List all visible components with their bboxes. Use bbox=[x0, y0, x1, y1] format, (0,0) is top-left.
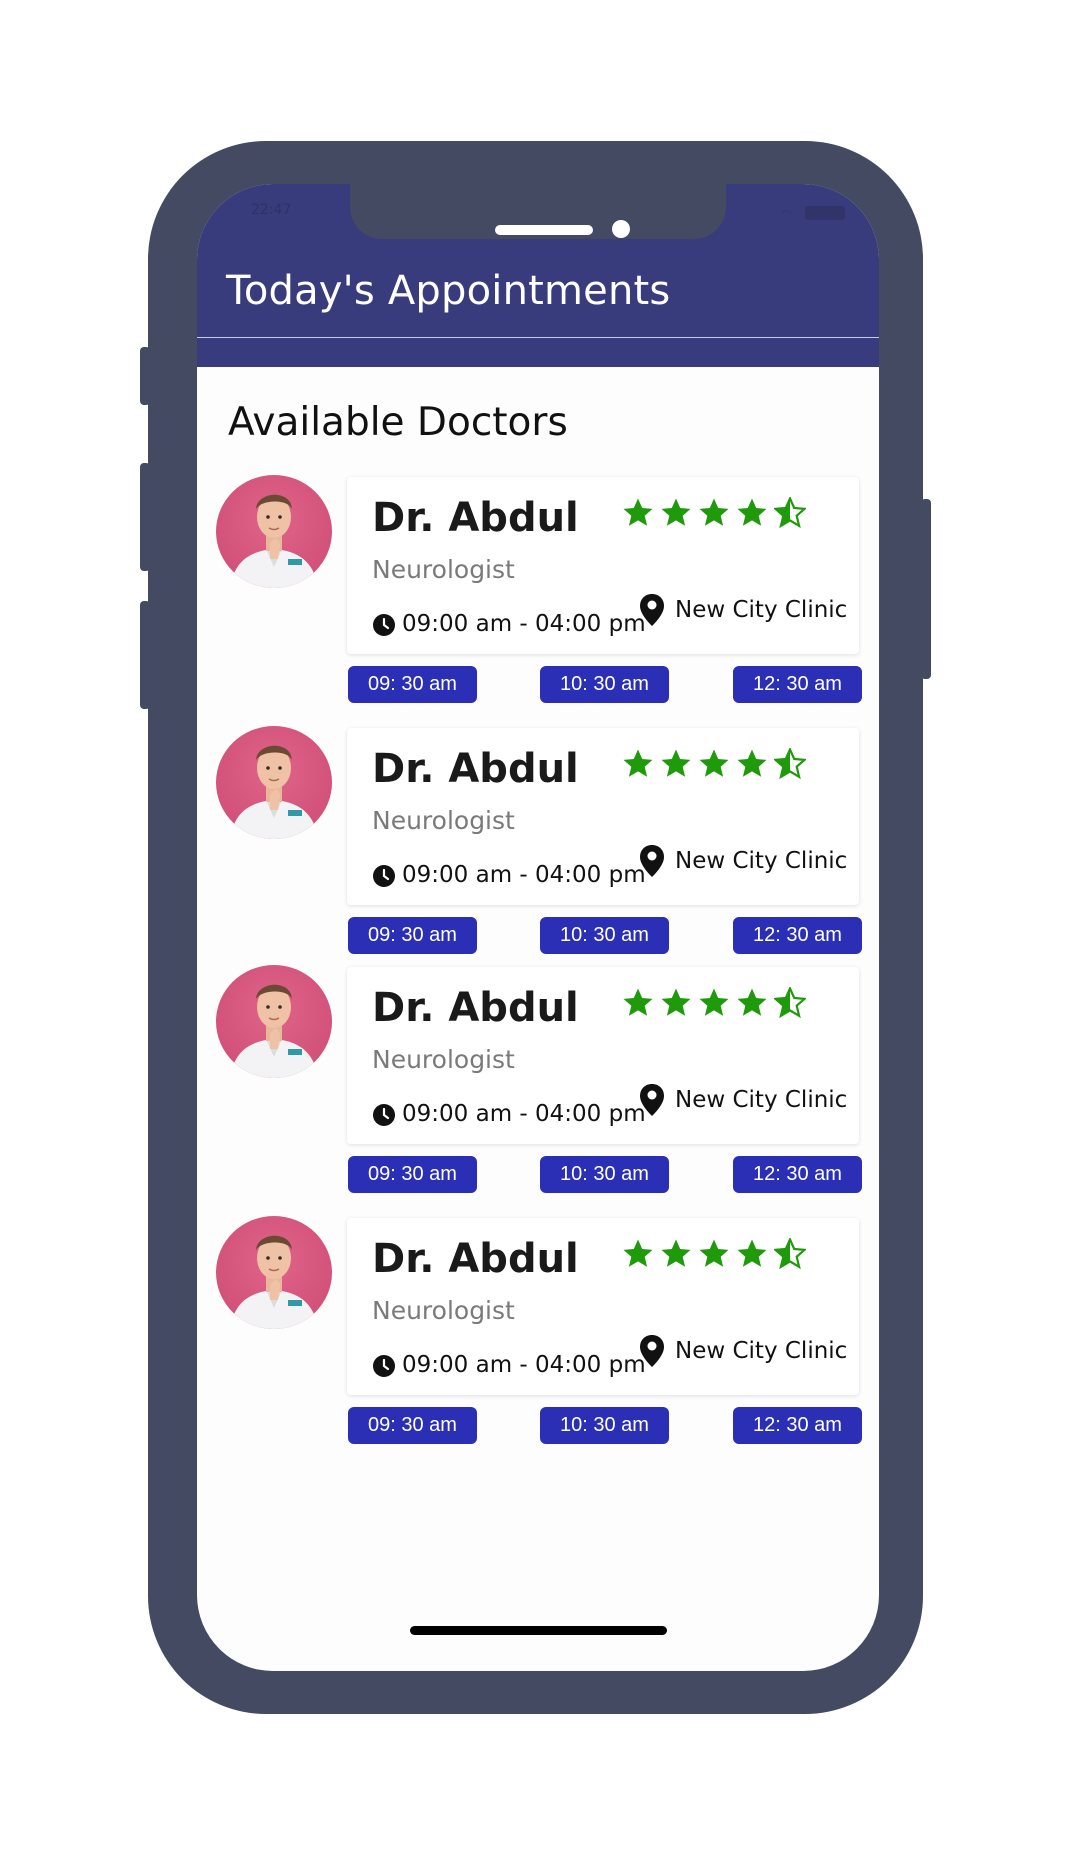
location-pin-icon bbox=[640, 1084, 664, 1116]
doctor-card[interactable]: Dr. Abdul Neurologist 09:00 am - 04:00 p… bbox=[347, 967, 859, 1144]
notch bbox=[350, 184, 726, 239]
star-icon bbox=[699, 1239, 729, 1267]
doctor-avatar[interactable] bbox=[216, 726, 332, 839]
location-pin-icon bbox=[640, 845, 664, 877]
doctor-specialty: Neurologist bbox=[372, 1045, 515, 1074]
star-icon bbox=[623, 1239, 653, 1267]
time-slot-button[interactable]: 10: 30 am bbox=[540, 917, 669, 954]
half-star-icon bbox=[774, 987, 806, 1019]
star-icon bbox=[737, 1239, 767, 1267]
doctor-item: Dr. Abdul Neurologist 09:00 am - 04:00 p… bbox=[197, 965, 879, 1195]
volume-down-button bbox=[140, 601, 150, 709]
doctor-name: Dr. Abdul bbox=[372, 746, 579, 792]
star-icon bbox=[661, 498, 691, 526]
status-time: 22:47 bbox=[251, 202, 292, 218]
star-icon bbox=[699, 498, 729, 526]
clock-icon bbox=[373, 865, 395, 887]
doctor-specialty: Neurologist bbox=[372, 1296, 515, 1325]
star-rating bbox=[622, 987, 842, 1027]
stage: 22:47 ◠ Today's Appointments Available D… bbox=[0, 0, 1070, 1854]
doctor-specialty: Neurologist bbox=[372, 806, 515, 835]
time-slot-button[interactable]: 09: 30 am bbox=[348, 1156, 477, 1193]
hours-text: 09:00 am - 04:00 pm bbox=[402, 1101, 646, 1127]
doctor-item: Dr. Abdul Neurologist 09:00 am - 04:00 p… bbox=[197, 726, 879, 956]
mute-switch bbox=[140, 347, 150, 405]
time-slot-button[interactable]: 12: 30 am bbox=[733, 1156, 862, 1193]
hours-text: 09:00 am - 04:00 pm bbox=[402, 862, 646, 888]
clinic-name: New City Clinic bbox=[675, 1338, 848, 1364]
star-icon bbox=[661, 1239, 691, 1267]
doctor-name: Dr. Abdul bbox=[372, 1236, 579, 1282]
star-icon bbox=[661, 988, 691, 1016]
time-slot-button[interactable]: 09: 30 am bbox=[348, 917, 477, 954]
clinic-name: New City Clinic bbox=[675, 1087, 848, 1113]
star-icon bbox=[699, 749, 729, 777]
doctor-card[interactable]: Dr. Abdul Neurologist 09:00 am - 04:00 p… bbox=[347, 728, 859, 905]
doctor-photo bbox=[230, 984, 318, 1078]
clinic-name: New City Clinic bbox=[675, 597, 848, 623]
time-slot-button[interactable]: 09: 30 am bbox=[348, 1407, 477, 1444]
doctor-avatar[interactable] bbox=[216, 965, 332, 1078]
clinic-name: New City Clinic bbox=[675, 848, 848, 874]
doctor-card[interactable]: Dr. Abdul Neurologist 09:00 am - 04:00 p… bbox=[347, 477, 859, 654]
doctor-photo bbox=[230, 745, 318, 839]
star-rating bbox=[622, 1238, 842, 1278]
star-icon bbox=[623, 749, 653, 777]
star-icon bbox=[623, 498, 653, 526]
clock-icon bbox=[373, 1104, 395, 1126]
time-slot-button[interactable]: 10: 30 am bbox=[540, 666, 669, 703]
power-button bbox=[921, 499, 931, 679]
front-camera bbox=[612, 220, 630, 238]
hours-text: 09:00 am - 04:00 pm bbox=[402, 1352, 646, 1378]
wifi-icon: ◠ bbox=[781, 207, 792, 221]
location-pin-icon bbox=[640, 1335, 664, 1367]
half-star-icon bbox=[774, 748, 806, 780]
doctor-specialty: Neurologist bbox=[372, 555, 515, 584]
star-icon bbox=[737, 749, 767, 777]
doctor-photo bbox=[230, 494, 318, 588]
star-rating bbox=[622, 497, 842, 537]
doctor-item: Dr. Abdul Neurologist 09:00 am - 04:00 p… bbox=[197, 1216, 879, 1446]
time-slot-button[interactable]: 10: 30 am bbox=[540, 1407, 669, 1444]
doctor-item: Dr. Abdul Neurologist 09:00 am - 04:00 p… bbox=[197, 475, 879, 705]
page-title: Today's Appointments bbox=[226, 268, 671, 314]
doctor-avatar[interactable] bbox=[216, 475, 332, 588]
doctor-name: Dr. Abdul bbox=[372, 985, 579, 1031]
time-slot-button[interactable]: 09: 30 am bbox=[348, 666, 477, 703]
clock-icon bbox=[373, 1355, 395, 1377]
doctor-card[interactable]: Dr. Abdul Neurologist 09:00 am - 04:00 p… bbox=[347, 1218, 859, 1395]
doctor-photo bbox=[230, 1235, 318, 1329]
time-slot-button[interactable]: 12: 30 am bbox=[733, 666, 862, 703]
volume-up-button bbox=[140, 463, 150, 571]
half-star-icon bbox=[774, 1238, 806, 1270]
battery-icon bbox=[805, 206, 845, 220]
status-icons: ◠ bbox=[775, 206, 845, 221]
star-rating bbox=[622, 748, 842, 788]
star-icon bbox=[623, 988, 653, 1016]
location-pin-icon bbox=[640, 594, 664, 626]
half-star-icon bbox=[774, 497, 806, 529]
section-title: Available Doctors bbox=[228, 400, 568, 445]
time-slot-button[interactable]: 12: 30 am bbox=[733, 917, 862, 954]
star-icon bbox=[661, 749, 691, 777]
time-slot-button[interactable]: 10: 30 am bbox=[540, 1156, 669, 1193]
hours-text: 09:00 am - 04:00 pm bbox=[402, 611, 646, 637]
home-indicator[interactable] bbox=[410, 1626, 667, 1635]
star-icon bbox=[737, 498, 767, 526]
doctor-avatar[interactable] bbox=[216, 1216, 332, 1329]
time-slot-button[interactable]: 12: 30 am bbox=[733, 1407, 862, 1444]
clock-icon bbox=[373, 614, 395, 636]
speaker bbox=[495, 225, 593, 235]
star-icon bbox=[737, 988, 767, 1016]
appbar-divider bbox=[197, 337, 879, 338]
doctor-name: Dr. Abdul bbox=[372, 495, 579, 541]
star-icon bbox=[699, 988, 729, 1016]
screen: 22:47 ◠ Today's Appointments Available D… bbox=[197, 184, 879, 1671]
phone-frame: 22:47 ◠ Today's Appointments Available D… bbox=[140, 141, 931, 1714]
